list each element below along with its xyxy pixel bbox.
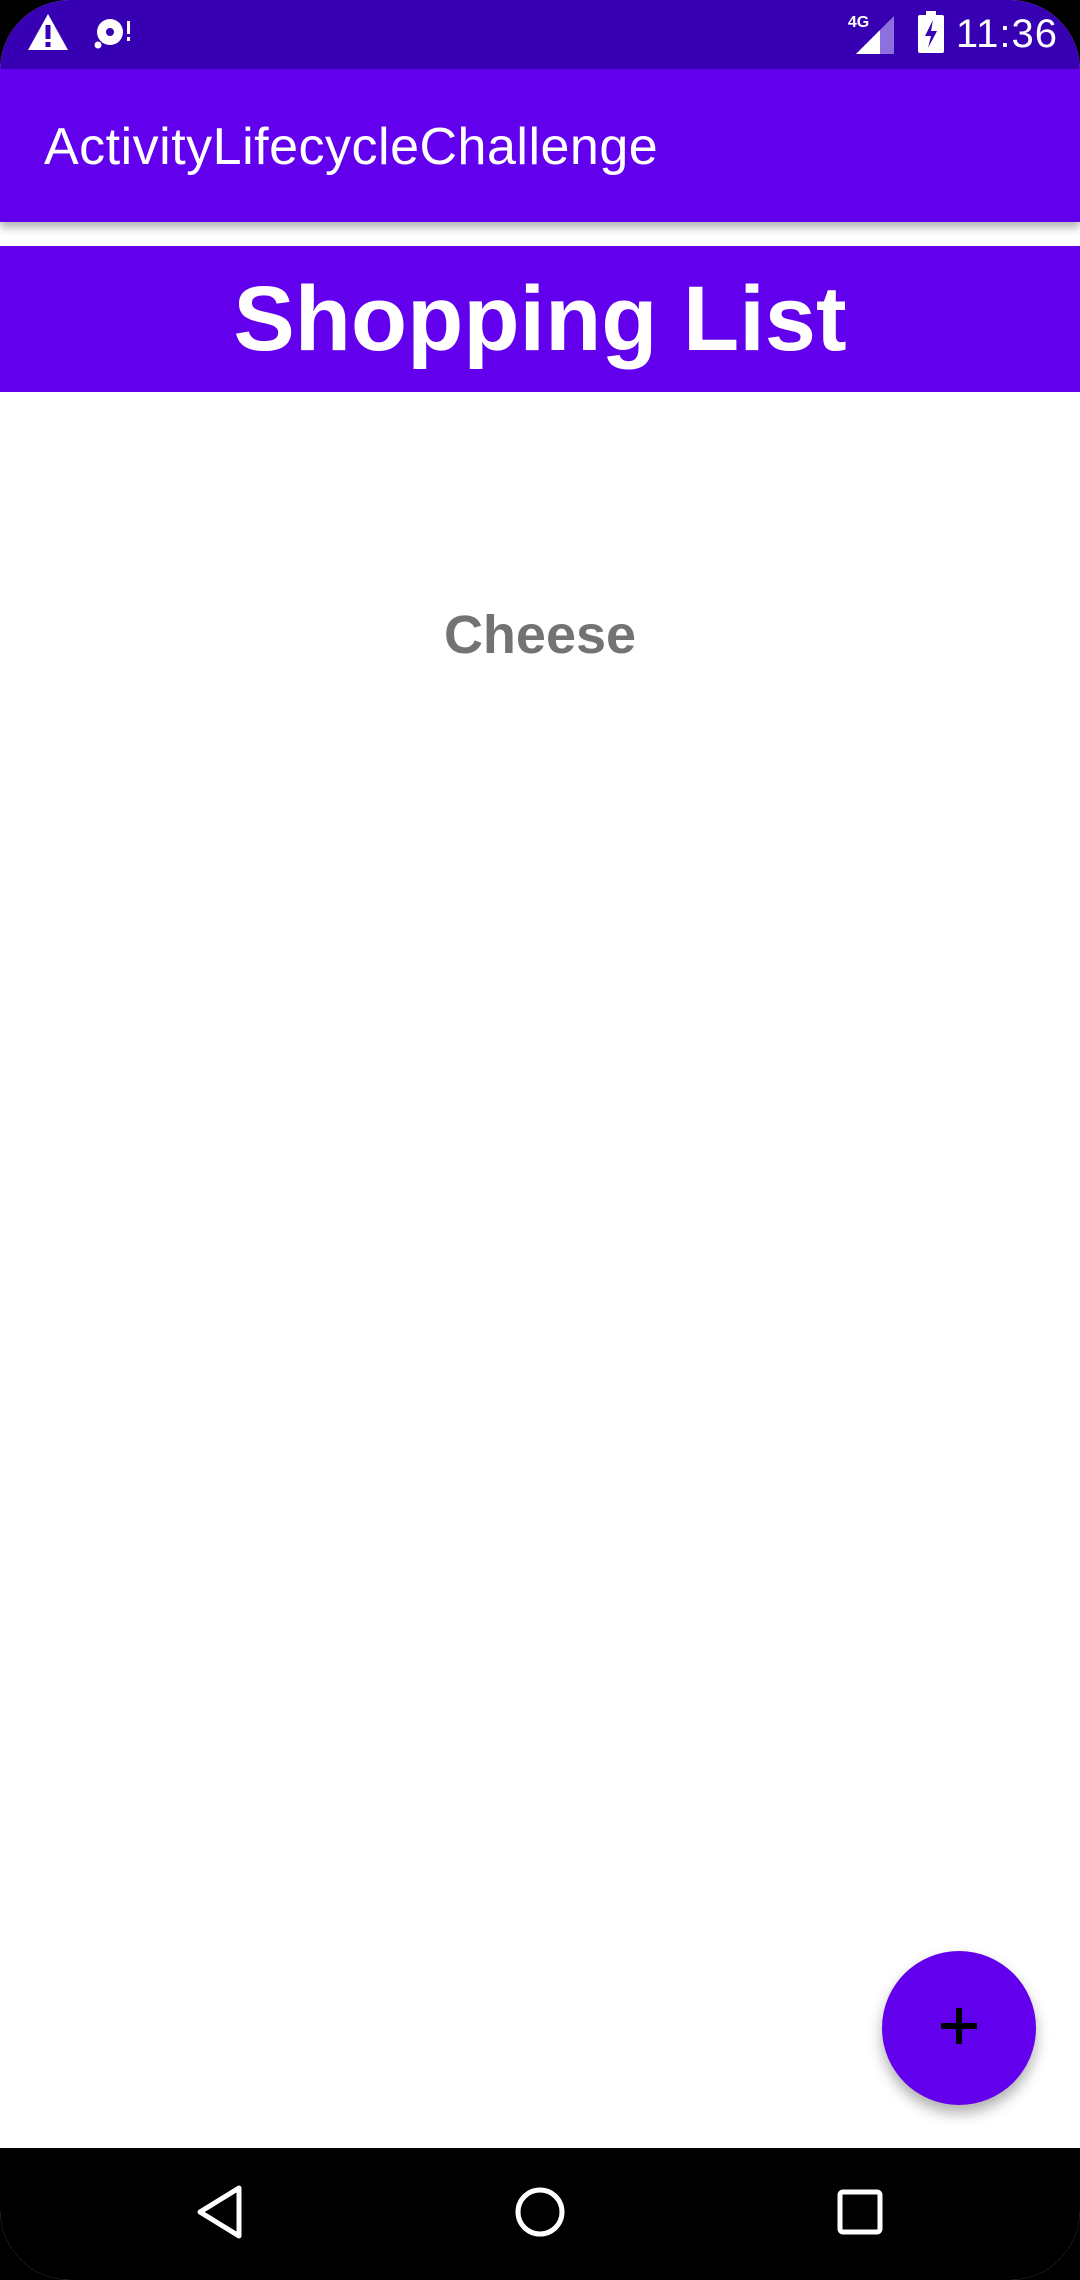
list-item: Cheese: [443, 605, 637, 665]
media-sync-icon: [92, 12, 136, 57]
home-button[interactable]: [500, 2178, 580, 2250]
app-title: ActivityLifecycleChallenge: [44, 118, 659, 176]
app-screen: 4G 11:36 ActivityLifecycleChallenge Shop…: [0, 0, 1080, 2280]
battery-charging-icon: [917, 11, 944, 58]
add-item-button[interactable]: [882, 1951, 1036, 2105]
shopping-list-title: Shopping List: [233, 267, 847, 370]
navigation-bar: [0, 2148, 1080, 2280]
system-status-icons: 4G 11:36: [848, 0, 1058, 69]
back-icon: [195, 2184, 245, 2245]
recents-button[interactable]: [820, 2178, 900, 2250]
signal-icon: 4G: [848, 0, 896, 69]
home-icon: [514, 2186, 566, 2243]
back-button[interactable]: [180, 2178, 260, 2250]
status-bar: 4G 11:36: [0, 0, 1080, 69]
notification-icons: [26, 12, 136, 57]
app-bar: ActivityLifecycleChallenge: [0, 69, 1080, 222]
recents-icon: [837, 2189, 883, 2240]
warning-icon: [26, 12, 70, 57]
status-clock: 11:36: [955, 12, 1058, 56]
shopping-list-header: Shopping List: [0, 246, 1080, 392]
add-icon: [939, 2006, 979, 2051]
